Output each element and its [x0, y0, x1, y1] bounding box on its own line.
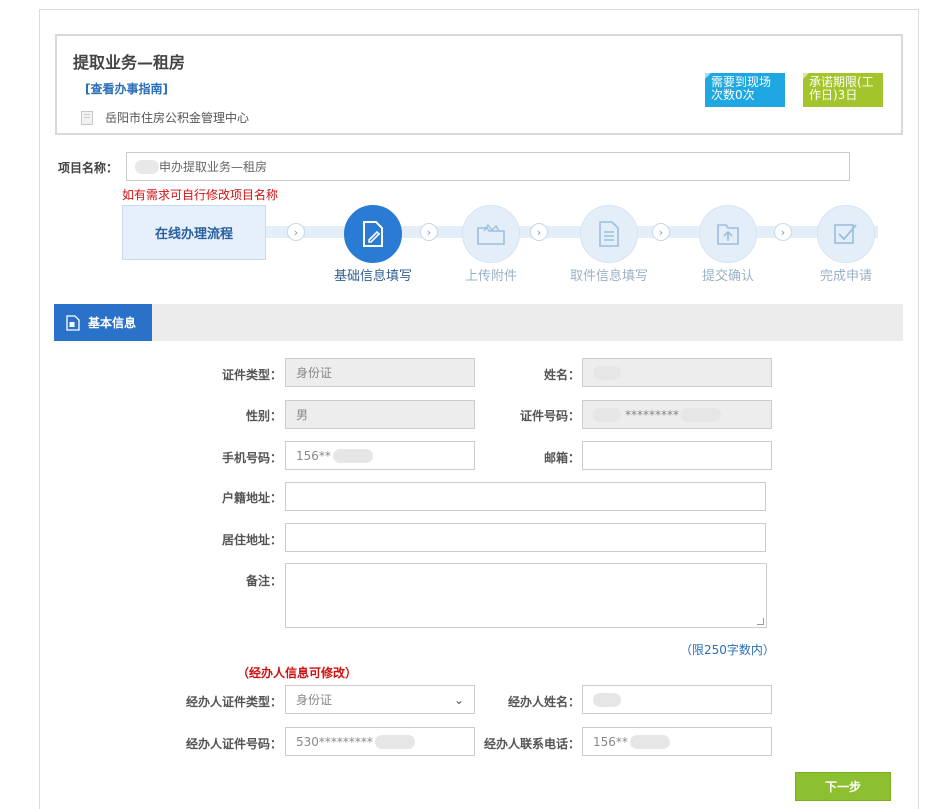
flow-arrow: ›	[420, 223, 438, 241]
center-info: 岳阳市住房公积金管理中心	[81, 109, 249, 126]
service-header: 提取业务—租房 [查看办事指南] 岳阳市住房公积金管理中心 需要到现场次数0次 …	[55, 34, 903, 135]
flow-arrow: ›	[287, 223, 305, 241]
page-title: 提取业务—租房	[73, 53, 186, 72]
id-type-field[interactable]: 身份证	[285, 358, 475, 387]
phone-label: 手机号码：	[221, 451, 282, 465]
redacted-mask	[593, 365, 621, 380]
step-3-circle	[580, 205, 638, 263]
visits-badge: 需要到现场次数0次	[705, 73, 785, 107]
id-card-icon	[66, 314, 80, 331]
agent-editable-hint: （经办人信息可修改）	[237, 666, 358, 680]
flow-arrow: ›	[652, 223, 670, 241]
redacted-mask	[629, 734, 670, 749]
note-label: 备注：	[245, 574, 282, 588]
agent-id-number-label: 经办人证件号码：	[185, 737, 282, 751]
folder-upload-icon	[717, 224, 739, 245]
name-field[interactable]	[582, 358, 772, 387]
flow-title: 在线办理流程	[122, 205, 266, 260]
flow-arrow: ›	[774, 223, 792, 241]
step-4-label: 提交确认	[701, 269, 754, 284]
agent-phone-label: 经办人联系电话：	[483, 737, 580, 751]
redacted-mask	[593, 407, 621, 422]
project-name-input[interactable]: 申办提取业务—租房	[126, 152, 850, 181]
hukou-address-field[interactable]	[285, 482, 766, 511]
folder-open-icon	[477, 223, 505, 245]
gender-label: 性别：	[245, 409, 282, 423]
checkbox-icon	[834, 224, 857, 244]
gender-field[interactable]: 男	[285, 400, 475, 429]
project-name-label: 项目名称：	[58, 161, 119, 175]
hukou-address-label: 户籍地址：	[221, 491, 282, 505]
agent-name-field[interactable]	[582, 685, 772, 714]
redacted-mask	[681, 407, 721, 422]
id-number-label: 证件号码：	[519, 409, 580, 423]
next-step-button[interactable]: 下一步	[795, 772, 891, 801]
step-2-circle	[462, 205, 520, 263]
step-5-label: 完成申请	[819, 269, 872, 284]
redacted-mask	[374, 734, 415, 749]
step-1-circle	[344, 205, 402, 263]
project-name-hint: 如有需求可自行修改项目名称	[122, 188, 279, 202]
tab-basic-info[interactable]: 基本信息	[54, 304, 152, 341]
id-number-field[interactable]: *********	[582, 400, 772, 429]
note-textarea[interactable]	[285, 563, 767, 628]
agent-name-label: 经办人姓名：	[507, 695, 580, 709]
deadline-badge: 承诺期限(工作日)3日	[803, 73, 883, 107]
step-2-label: 上传附件	[464, 269, 517, 284]
step-4-circle	[699, 205, 757, 263]
name-label: 姓名：	[543, 368, 580, 382]
section-tab-bar: 基本信息	[54, 304, 903, 341]
residence-address-label: 居住地址：	[221, 533, 282, 547]
view-guide-link[interactable]: [查看办事指南]	[85, 80, 168, 97]
project-name-value: 申办提取业务—租房	[159, 160, 268, 174]
building-icon	[81, 110, 93, 125]
resize-handle-icon[interactable]	[757, 618, 764, 625]
pencil-icon	[363, 221, 383, 247]
agent-id-number-field[interactable]: 530*********	[285, 727, 475, 756]
residence-address-field[interactable]	[285, 523, 766, 552]
tab-basic-info-label: 基本信息	[88, 316, 137, 330]
id-type-label: 证件类型：	[221, 368, 282, 382]
note-limit-hint: （限250字数内）	[680, 643, 775, 657]
phone-field[interactable]: 156**	[285, 441, 475, 470]
step-1-label: 基础信息填写	[333, 269, 412, 284]
redacted-mask	[135, 160, 159, 174]
center-name: 岳阳市住房公积金管理中心	[105, 111, 250, 125]
email-label: 邮箱：	[543, 451, 580, 465]
agent-id-type-select[interactable]: 身份证 ⌄	[285, 685, 475, 714]
document-icon	[599, 221, 619, 247]
redacted-mask	[332, 448, 373, 463]
agent-id-type-label: 经办人证件类型：	[185, 695, 282, 709]
step-3-label: 取件信息填写	[569, 269, 648, 284]
step-5-circle	[817, 205, 875, 263]
redacted-mask	[593, 692, 621, 707]
email-field[interactable]	[582, 441, 772, 470]
flow-arrow: ›	[530, 223, 548, 241]
agent-phone-field[interactable]: 156**	[582, 727, 772, 756]
